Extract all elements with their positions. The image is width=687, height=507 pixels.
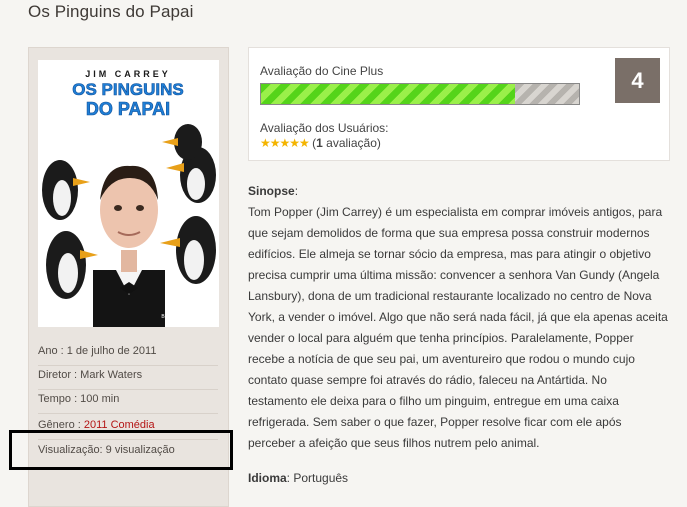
info-duration: Tempo : 100 min <box>38 393 218 414</box>
poster-tagline: BREVE NOS CINEMAS <box>161 314 215 320</box>
info-year: Ano : 1 de julho de 2011 <box>38 345 218 366</box>
star-icon[interactable]: ★★★★★ <box>260 136 310 150</box>
poster-title-line2: DO PAPAI <box>86 99 170 119</box>
poster-title-line1: OS PINGUINS <box>72 80 183 99</box>
views-highlight-box <box>9 430 233 470</box>
cine-plus-rating-label: Avaliação do Cine Plus <box>260 64 384 78</box>
synopsis-section: Sinopse: Tom Popper (Jim Carrey) é um es… <box>248 184 668 450</box>
synopsis-label: Sinopse <box>248 184 295 198</box>
users-rating-label: Avaliação dos Usuários: <box>260 121 389 135</box>
info-director: Diretor : Mark Waters <box>38 369 218 390</box>
language-value: Português <box>293 471 349 485</box>
rating-score-badge: 4 <box>615 58 660 103</box>
cine-plus-rating-bar <box>260 83 580 105</box>
users-rating-stars[interactable]: ★★★★★ (1 avaliação) <box>260 136 381 150</box>
poster-actor: JIM CARREY <box>85 69 171 79</box>
language-label: Idioma <box>248 471 287 485</box>
rating-card: Avaliação do Cine Plus 4 Avaliação dos U… <box>248 47 670 161</box>
users-rating-count: (1 avaliação) <box>312 136 381 150</box>
language-row: Idioma: Português <box>248 471 349 485</box>
rating-bar-fill <box>261 84 516 104</box>
synopsis-text: Tom Popper (Jim Carrey) é um especialist… <box>248 205 668 450</box>
page-title: Os Pinguins do Papai <box>28 2 194 21</box>
movie-poster: JIM CARREY OS PINGUINS DO PAPAI BREVE NO… <box>38 60 219 327</box>
